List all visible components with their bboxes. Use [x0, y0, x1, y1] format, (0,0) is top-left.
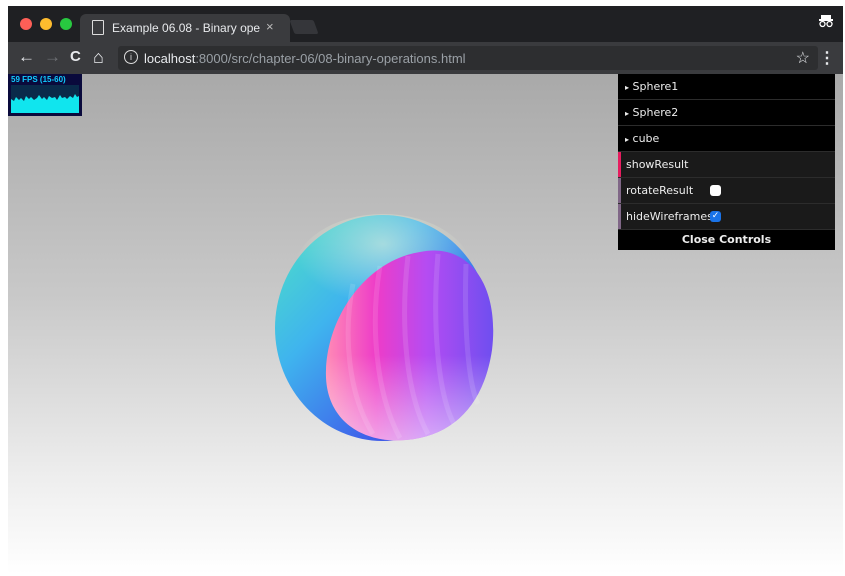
function-indicator — [618, 152, 621, 177]
incognito-icon — [819, 14, 833, 31]
control-label: rotateResult — [626, 184, 694, 197]
url-text: localhost:8000/src/chapter-06/08-binary-… — [144, 51, 466, 66]
folder-label: Sphere2 — [632, 106, 679, 119]
tab-close-button[interactable]: × — [266, 19, 274, 34]
close-controls-button[interactable]: Close Controls — [618, 230, 835, 250]
browser-menu-button[interactable]: ⋮ — [819, 48, 835, 68]
browser-window: Example 06.08 - Binary operat × ← → C ⌂ … — [8, 6, 843, 574]
folder-label: Sphere1 — [632, 80, 679, 93]
control-label: showResult — [626, 158, 689, 171]
home-button[interactable]: ⌂ — [93, 47, 104, 67]
webgl-canvas[interactable]: 59 FPS (15-60) ▸ Sphere1 ▸ Sphere2 ▸ cub… — [8, 74, 843, 574]
browser-toolbar: ← → C ⌂ i localhost:8000/src/chapter-06/… — [8, 42, 843, 74]
url-host: localhost — [144, 51, 196, 66]
folder-sphere1[interactable]: ▸ Sphere1 — [618, 74, 835, 100]
bookmark-star-icon[interactable]: ☆ — [796, 48, 810, 68]
info-icon[interactable]: i — [124, 50, 138, 64]
folder-label: cube — [632, 132, 660, 145]
folder-sphere2[interactable]: ▸ Sphere2 — [618, 100, 835, 126]
back-button[interactable]: ← — [18, 47, 35, 67]
page-icon — [92, 20, 104, 35]
forward-button[interactable]: → — [44, 47, 61, 67]
control-label: hideWireframes — [626, 210, 713, 223]
hide-wireframes-control[interactable]: hideWireframes ✓ — [618, 204, 835, 230]
folder-cube[interactable]: ▸ cube — [618, 126, 835, 152]
chevron-right-icon: ▸ — [625, 83, 630, 92]
address-bar[interactable]: i localhost:8000/src/chapter-06/08-binar… — [118, 46, 818, 70]
chevron-right-icon: ▸ — [625, 109, 630, 118]
browser-tab[interactable]: Example 06.08 - Binary operat × — [80, 14, 290, 42]
rotate-result-checkbox[interactable] — [710, 185, 721, 196]
rotate-result-control[interactable]: rotateResult — [618, 178, 835, 204]
new-tab-button[interactable] — [289, 20, 319, 34]
boolean-indicator — [618, 178, 621, 203]
title-bar: Example 06.08 - Binary operat × — [8, 6, 843, 42]
maximize-window-button[interactable] — [60, 18, 72, 30]
dat-gui-panel: ▸ Sphere1 ▸ Sphere2 ▸ cube showResult ro… — [618, 74, 835, 250]
boolean-indicator — [618, 204, 621, 229]
url-path: :8000/src/chapter-06/08-binary-operation… — [195, 51, 466, 66]
tab-title: Example 06.08 - Binary operat — [112, 21, 260, 35]
reload-button[interactable]: C — [70, 47, 81, 67]
show-result-button[interactable]: showResult — [618, 152, 835, 178]
hide-wireframes-checkbox[interactable]: ✓ — [710, 211, 721, 222]
close-window-button[interactable] — [20, 18, 32, 30]
chevron-right-icon: ▸ — [625, 135, 630, 144]
minimize-window-button[interactable] — [40, 18, 52, 30]
